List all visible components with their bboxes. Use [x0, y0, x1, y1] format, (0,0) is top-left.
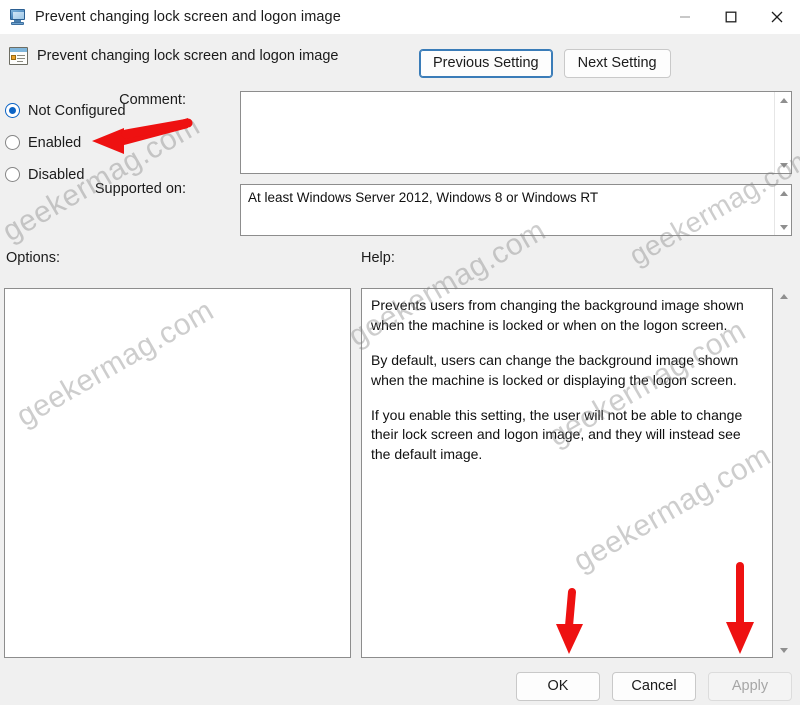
minimize-icon[interactable]	[662, 0, 708, 34]
next-setting-button[interactable]: Next Setting	[563, 49, 671, 78]
group-policy-setting-dialog: Prevent changing lock screen and logon i…	[0, 0, 800, 705]
ok-button[interactable]: OK	[516, 672, 600, 701]
radio-enabled[interactable]: Enabled	[5, 129, 126, 156]
help-paragraph: Prevents users from changing the backgro…	[371, 297, 744, 333]
scroll-down-icon[interactable]	[775, 642, 792, 658]
options-content	[5, 289, 350, 293]
options-label: Options:	[6, 250, 60, 266]
scroll-up-icon[interactable]	[775, 185, 791, 201]
help-panel[interactable]: Prevents users from changing the backgro…	[361, 288, 773, 658]
supported-on-value: At least Windows Server 2012, Windows 8 …	[248, 190, 599, 205]
help-content: Prevents users from changing the backgro…	[362, 289, 772, 465]
help-label: Help:	[361, 250, 395, 266]
window-controls	[662, 0, 800, 34]
apply-button[interactable]: Apply	[708, 672, 792, 701]
supported-on-label: Supported on:	[94, 181, 186, 197]
comment-textarea[interactable]	[240, 91, 792, 174]
options-panel[interactable]	[4, 288, 351, 658]
comment-value	[241, 92, 791, 96]
dialog-button-row: OK Cancel Apply	[516, 672, 792, 701]
help-paragraph: By default, users can change the backgro…	[371, 351, 739, 388]
setting-title: Prevent changing lock screen and logon i…	[37, 48, 339, 64]
cancel-button[interactable]: Cancel	[612, 672, 696, 701]
help-scrollbar[interactable]	[774, 288, 792, 658]
close-icon[interactable]	[754, 0, 800, 34]
navigation-buttons: Previous Setting Next Setting	[419, 49, 671, 78]
maximize-icon[interactable]	[708, 0, 754, 34]
radio-mark-enabled	[5, 135, 20, 150]
setting-header: Prevent changing lock screen and logon i…	[0, 34, 800, 78]
scroll-up-icon[interactable]	[775, 92, 791, 108]
scroll-up-icon[interactable]	[775, 288, 792, 304]
radio-mark-disabled	[5, 167, 20, 182]
policy-state-radio-group: Not Configured Enabled Disabled	[5, 97, 126, 193]
comment-label: Comment:	[119, 92, 186, 108]
supported-on-scrollbar[interactable]	[774, 185, 791, 235]
monitor-policy-icon	[9, 8, 27, 26]
scroll-down-icon[interactable]	[775, 219, 791, 235]
supported-on-textarea[interactable]: At least Windows Server 2012, Windows 8 …	[240, 184, 792, 236]
help-paragraph: If you enable this setting, the user wil…	[371, 406, 743, 463]
scroll-down-icon[interactable]	[775, 157, 791, 173]
title-bar: Prevent changing lock screen and logon i…	[0, 0, 800, 34]
radio-mark-not-configured	[5, 103, 20, 118]
window-title: Prevent changing lock screen and logon i…	[35, 9, 341, 25]
comment-scrollbar[interactable]	[774, 92, 791, 173]
dialog-footer: OK Cancel Apply	[0, 664, 800, 705]
radio-label-enabled: Enabled	[28, 134, 82, 151]
previous-setting-button[interactable]: Previous Setting	[419, 49, 553, 78]
policy-setting-icon	[9, 47, 28, 65]
